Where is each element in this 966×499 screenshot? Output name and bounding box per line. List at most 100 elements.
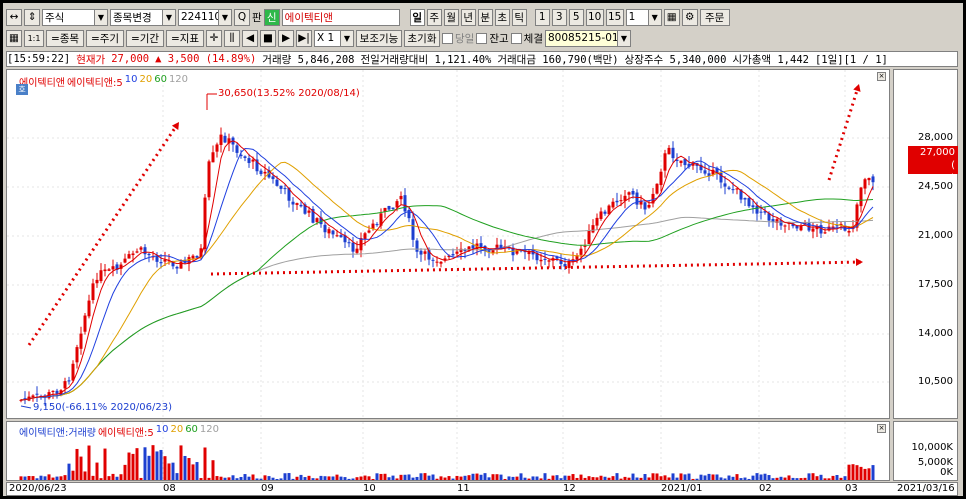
period-month[interactable]: 월: [443, 8, 459, 26]
pane-close-icon[interactable]: ×: [877, 72, 886, 81]
gear-icon[interactable]: ⚙: [681, 8, 698, 26]
period-minute[interactable]: 분: [477, 8, 493, 26]
stop-icon[interactable]: ■: [260, 29, 276, 47]
volume-bar: [627, 477, 631, 480]
interval-1[interactable]: 1: [534, 8, 550, 26]
candle-body: [31, 395, 35, 398]
search-icon[interactable]: Q: [234, 8, 250, 26]
last-icon[interactable]: ▶|: [296, 29, 312, 47]
updown-arrows-icon[interactable]: ⇕: [24, 8, 40, 26]
chart-mode-badge[interactable]: 호: [16, 84, 28, 95]
volume-bar: [23, 476, 27, 480]
period-tick[interactable]: 틱: [511, 8, 527, 26]
chevron-down-icon: ▼: [616, 30, 630, 46]
price-axis: 27,000 ( 14.89%) 28,000 24,500 21,000 17,50…: [893, 69, 958, 419]
volume-bar: [215, 476, 219, 480]
price-tick-label: 14,000: [918, 328, 953, 339]
code-input[interactable]: 224110 ▼: [178, 8, 232, 26]
volume-bar: [191, 464, 195, 480]
volume-bar: [759, 474, 763, 480]
multiplier-select[interactable]: X 1 ▼: [314, 29, 354, 47]
aux-function-button[interactable]: 보조기능: [356, 29, 402, 47]
legend-vol-ma10: 10: [155, 424, 169, 435]
volume-chart-pane[interactable]: 에이텍티앤:거래량 에이텍티앤:5 10 20 60 120 ×: [6, 421, 890, 482]
volume-bar: [847, 464, 851, 480]
period-second[interactable]: 초: [494, 8, 510, 26]
interval-10[interactable]: 10: [585, 8, 604, 26]
stock-name-field[interactable]: 에이텍티앤: [281, 8, 400, 26]
volume-bar: [143, 447, 147, 480]
order-button[interactable]: 주문: [699, 8, 730, 26]
interval-input[interactable]: 1 ▼: [625, 8, 662, 26]
account-select[interactable]: 80085215-01 ▼: [544, 29, 631, 47]
legend-ma10: 10: [124, 74, 138, 85]
pane-close-icon[interactable]: ×: [877, 424, 886, 433]
quote-time: [15:59:22]: [7, 53, 71, 65]
candle-body: [327, 229, 331, 234]
grid-icon[interactable]: ▦: [663, 8, 680, 26]
candle-body: [659, 171, 663, 186]
candle-body: [703, 170, 707, 174]
candle-body: [307, 210, 311, 213]
candle-body: [603, 211, 607, 214]
candle-body: [143, 247, 147, 255]
today-checkbox[interactable]: [442, 32, 453, 44]
candle-body: [811, 228, 815, 232]
reset-button[interactable]: 초기화: [404, 29, 440, 47]
credit-badge: 신: [263, 8, 280, 26]
volume-bar: [167, 463, 171, 480]
fill-checkbox[interactable]: [510, 32, 522, 44]
nav-arrows-icon[interactable]: ↔: [6, 8, 22, 26]
volume-bar: [727, 475, 731, 480]
current-price: 27,000: [111, 53, 150, 65]
prev-icon[interactable]: ◀: [242, 29, 258, 47]
candle-body: [643, 202, 647, 210]
cycle-config-button[interactable]: =주기: [86, 29, 124, 47]
indicator-config-button[interactable]: =지표: [166, 29, 204, 47]
volume-bar: [691, 478, 695, 480]
layout-button[interactable]: 1:1: [24, 29, 44, 47]
price-tick-label: 24,500: [918, 181, 953, 192]
date-tick-label: 12: [563, 483, 576, 494]
volume-bar: [375, 473, 379, 480]
interval-3[interactable]: 3: [551, 8, 567, 26]
volume-bar: [867, 468, 871, 480]
period-year[interactable]: 년: [460, 8, 476, 26]
volume-bar: [631, 473, 635, 480]
candle-body: [191, 255, 195, 259]
price-chart-pane[interactable]: 에이텍티앤 에이텍티앤:5 10 20 60 120 호 30,650(13.5…: [6, 69, 891, 420]
volume-bar: [703, 475, 707, 480]
candle-body: [671, 147, 675, 159]
mode-select[interactable]: 종목변경 ▼: [110, 8, 176, 26]
market-select[interactable]: 주식 ▼: [42, 8, 108, 26]
candle-body: [411, 219, 415, 240]
legend-vol-ma20: 20: [170, 424, 184, 435]
candle-body: [799, 225, 803, 231]
today-label: 당일: [455, 32, 475, 45]
legend-ma120: 120: [168, 74, 189, 85]
balance-checkbox[interactable]: [476, 32, 488, 44]
pan-label[interactable]: 판: [252, 10, 262, 25]
range-config-button[interactable]: =기간: [126, 29, 164, 47]
volume-bar: [255, 478, 259, 480]
volume-bar: [379, 473, 383, 480]
quote-info-bar: [15:59:22] 현재가 27,000 ▲ 3,500 (14.89%) 거…: [6, 51, 958, 67]
volume-bar: [87, 445, 91, 480]
crosshair-icon[interactable]: ✛: [206, 29, 222, 47]
candle-body: [147, 253, 151, 256]
table-icon[interactable]: ▦: [6, 29, 22, 47]
volume-bar: [343, 477, 347, 480]
period-day[interactable]: 일: [409, 8, 425, 26]
volume-bar: [251, 474, 255, 480]
period-week[interactable]: 주: [426, 8, 442, 26]
interval-5[interactable]: 5: [568, 8, 584, 26]
volume-bar: [411, 477, 415, 480]
stock-config-button[interactable]: =종목: [46, 29, 84, 47]
interval-15[interactable]: 15: [605, 8, 624, 26]
bars-icon[interactable]: ⫼: [224, 29, 240, 47]
volume-tick-label: 10,000K: [911, 442, 953, 453]
chevron-down-icon: ▼: [340, 30, 353, 46]
next-icon[interactable]: ▶: [278, 29, 294, 47]
volume-bar: [479, 474, 483, 480]
volume-bar: [583, 477, 587, 480]
